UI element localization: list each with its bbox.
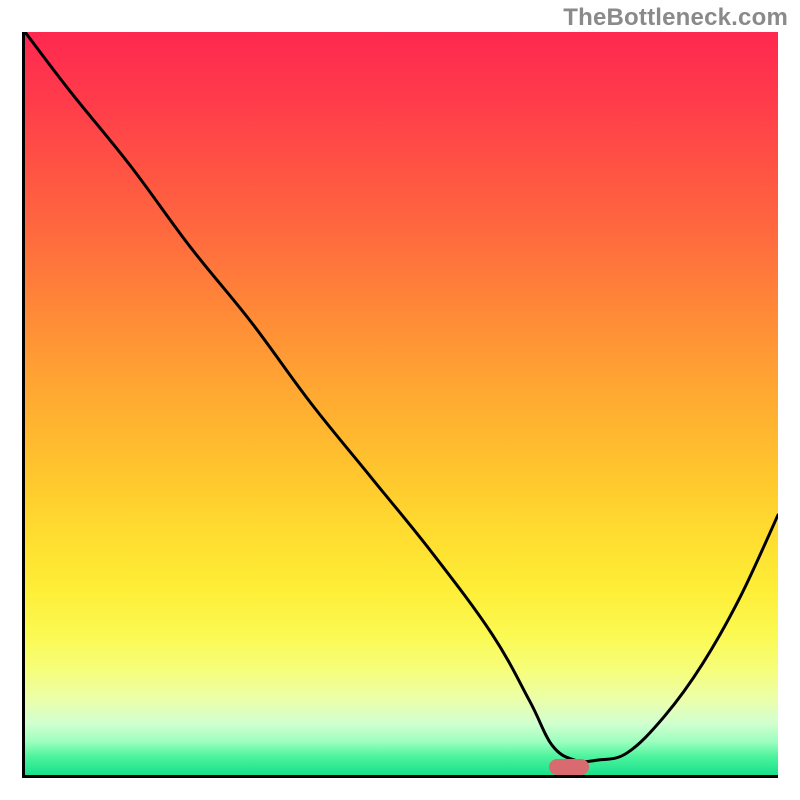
watermark-text: TheBottleneck.com <box>563 4 788 32</box>
plot-area <box>22 32 778 778</box>
bottleneck-curve-path <box>25 32 778 762</box>
chart-container: TheBottleneck.com <box>0 0 800 800</box>
optimum-marker <box>549 759 589 775</box>
curve-svg <box>25 32 778 775</box>
